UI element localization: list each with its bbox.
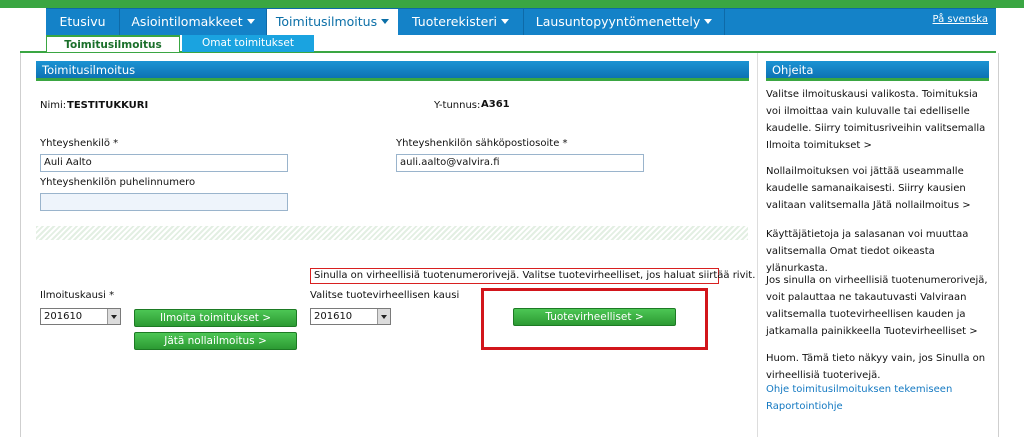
report-deliveries-button[interactable]: Ilmoita toimitukset >: [134, 309, 297, 327]
nav-item-label: Lausuntopyyntömenettely: [535, 14, 701, 29]
nav-item-tuoterekisteri[interactable]: Tuoterekisteri: [398, 9, 524, 36]
fault-period-select-value: 201610: [314, 311, 353, 322]
sidebar-divider: [757, 53, 758, 437]
help-link-reporting[interactable]: Raportointiohje: [766, 401, 843, 412]
tab-omat-toimitukset[interactable]: Omat toimitukset: [182, 35, 314, 52]
help-paragraph: Huom. Tämä tieto näkyy vain, jos Sinulla…: [766, 353, 986, 381]
phone-input[interactable]: [40, 193, 288, 211]
top-green-strip: [0, 0, 1024, 8]
nav-item-asiointilomakkeet[interactable]: Asiointilomakkeet: [120, 9, 267, 36]
error-message: Sinulla on virheellisiä tuotenumerorivej…: [310, 268, 755, 284]
email-input[interactable]: auli.aalto@valvira.fi: [396, 154, 644, 172]
help-paragraph: Jos sinulla on virheellisiä tuotenumeror…: [766, 275, 988, 337]
phone-label: Yhteyshenkilön puhelinnumero: [40, 177, 196, 188]
nav-item-label: Asiointilomakkeet: [131, 14, 243, 29]
highlight-frame: [481, 288, 708, 350]
language-switch-link[interactable]: På svenska: [933, 14, 988, 25]
help-panel-header: Ohjeita: [766, 61, 989, 81]
chevron-down-icon: [246, 19, 255, 24]
period-select-value: 201610: [44, 311, 83, 322]
dropdown-arrow-icon[interactable]: [377, 309, 390, 324]
main-nav: Etusivu Asiointilomakkeet Toimitusilmoit…: [46, 8, 996, 36]
help-paragraph: Nollailmoituksen voi jättää useammalle k…: [766, 166, 971, 211]
name-label: Nimi:: [40, 100, 67, 111]
nav-item-label: Etusivu: [59, 14, 106, 29]
nav-item-lausuntopyyntomenettely[interactable]: Lausuntopyyntömenettely: [524, 9, 725, 36]
nav-item-etusivu[interactable]: Etusivu: [46, 9, 120, 36]
fault-period-label: Valitse tuotevirheellisen kausi: [310, 290, 460, 301]
chevron-down-icon: [381, 19, 390, 24]
help-paragraph: Valitse ilmoituskausi valikosta. Toimitu…: [766, 89, 986, 151]
help-paragraph: Käyttäjätietoja ja salasanan voi muuttaa…: [766, 229, 969, 274]
period-label: Ilmoituskausi *: [40, 290, 115, 301]
form-panel-header: Toimitusilmoitus: [36, 61, 749, 81]
nav-item-label: Toimitusilmoitus: [275, 14, 378, 29]
chevron-down-icon: [704, 19, 713, 24]
nil-report-button[interactable]: Jätä nollailmoitus >: [134, 332, 297, 350]
contact-person-input[interactable]: Auli Aalto: [40, 154, 288, 172]
fault-period-select[interactable]: 201610: [310, 308, 391, 325]
dropdown-arrow-icon[interactable]: [107, 309, 120, 324]
period-select[interactable]: 201610: [40, 308, 121, 325]
tab-toimitusilmoitus[interactable]: Toimitusilmoitus: [46, 35, 180, 52]
name-value: TESTITUKKURI: [67, 100, 149, 111]
ytunnus-label: Y-tunnus:: [434, 100, 481, 111]
email-label: Yhteyshenkilön sähköpostiosoite *: [396, 138, 568, 149]
contact-person-label: Yhteyshenkilö *: [40, 138, 119, 149]
chevron-down-icon: [500, 19, 509, 24]
nav-item-label: Tuoterekisteri: [412, 14, 497, 29]
nav-item-toimitusilmoitus[interactable]: Toimitusilmoitus: [267, 9, 398, 36]
help-link-instructions[interactable]: Ohje toimitusilmoituksen tekemiseen: [766, 384, 952, 395]
ytunnus-value: A361: [481, 99, 510, 110]
section-separator: [36, 226, 748, 240]
